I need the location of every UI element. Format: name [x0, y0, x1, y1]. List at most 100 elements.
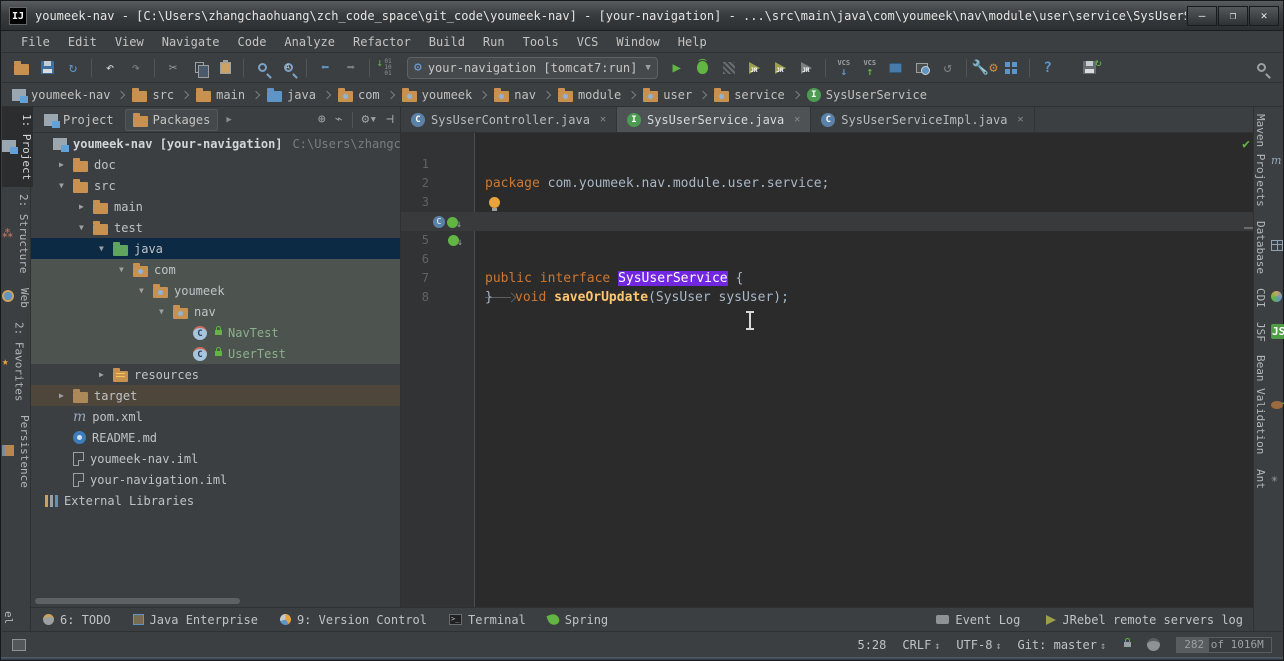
coverage-icon[interactable]	[716, 56, 742, 80]
breadcrumb-main[interactable]: main	[194, 87, 247, 102]
menu-navigate[interactable]: Navigate	[153, 33, 229, 51]
menu-view[interactable]: View	[106, 33, 153, 51]
synchronize-icon[interactable]: ↻	[60, 56, 86, 80]
inspections-ok-icon[interactable]: ✔	[1242, 137, 1250, 152]
paste-icon[interactable]	[212, 56, 238, 80]
hide-panel-icon[interactable]: ⊣	[386, 112, 394, 127]
tool-button-spring[interactable]: Spring	[546, 612, 608, 627]
title-bar[interactable]: IJ youmeek-nav - [C:\Users\zhangchaohuan…	[1, 1, 1283, 31]
tool-button-todo[interactable]: 6: TODO	[43, 613, 111, 627]
menu-run[interactable]: Run	[474, 33, 514, 51]
save-all-icon[interactable]	[34, 56, 60, 80]
expanded-arrow-icon[interactable]	[79, 223, 93, 232]
menu-help[interactable]: Help	[669, 33, 716, 51]
minimize-button[interactable]: —	[1187, 5, 1217, 26]
tab-sysusercontroller[interactable]: C SysUserController.java ✕	[401, 107, 617, 132]
tree-row-your-navigation-iml[interactable]: your-navigation.iml	[31, 469, 400, 490]
breadcrumb-user[interactable]: user	[641, 87, 694, 102]
gear-icon[interactable]: ⚙▾	[362, 112, 378, 127]
tool-button-structure[interactable]: 2: Structure ⁂	[2, 187, 30, 280]
implemented-marker-icon[interactable]	[447, 215, 462, 234]
menu-analyze[interactable]: Analyze	[275, 33, 344, 51]
menu-refactor[interactable]: Refactor	[344, 33, 420, 51]
tree-row-youmeek-iml[interactable]: youmeek-nav.iml	[31, 448, 400, 469]
redo-icon[interactable]: ↷	[123, 56, 149, 80]
tree-row-nav[interactable]: nav	[31, 301, 400, 322]
implemented-marker-icon[interactable]	[448, 233, 463, 252]
search-everywhere-icon[interactable]	[1248, 56, 1274, 80]
tool-button-project[interactable]: 1: Project	[2, 107, 33, 188]
tree-row-external-libraries[interactable]: External Libraries	[31, 490, 400, 511]
rollback-icon[interactable]: ↺	[935, 56, 961, 80]
cut-icon[interactable]: ✂	[160, 56, 186, 80]
help-icon[interactable]: ?	[1035, 56, 1061, 80]
breadcrumb-youmeek[interactable]: youmeek	[400, 87, 475, 102]
back-icon[interactable]: ⬅	[312, 56, 338, 80]
undo-icon[interactable]: ↶	[97, 56, 123, 80]
jrebel-run-icon[interactable]	[742, 56, 768, 80]
settings-icon[interactable]: 🔧⚙	[972, 56, 998, 80]
line-separator-select[interactable]: CRLF	[902, 638, 940, 652]
vcs-commit-icon[interactable]: VCS ↑	[857, 56, 883, 80]
jrebel-sync-icon[interactable]: ↻	[1077, 56, 1103, 80]
breadcrumb-project[interactable]: youmeek-nav	[10, 88, 112, 103]
tree-row-main[interactable]: main	[31, 196, 400, 217]
tool-button-persistence[interactable]: Persistence	[2, 408, 31, 495]
collapse-all-icon[interactable]: ⌁	[335, 112, 343, 127]
git-branch-select[interactable]: Git: master	[1017, 638, 1106, 652]
project-structure-icon[interactable]	[998, 56, 1024, 80]
tree-row-test[interactable]: test	[31, 217, 400, 238]
forward-icon[interactable]: ➡	[338, 56, 364, 80]
intention-bulb-icon[interactable]	[489, 197, 500, 211]
tab-sysuserserviceimpl[interactable]: C SysUserServiceImpl.java ✕	[811, 107, 1035, 132]
toggle-tool-buttons-icon[interactable]	[12, 638, 26, 651]
find-icon[interactable]	[249, 56, 275, 80]
breadcrumb-module[interactable]: module	[556, 87, 623, 102]
tool-button-event-log[interactable]: Event Log	[936, 613, 1020, 627]
menu-edit[interactable]: Edit	[59, 33, 106, 51]
encoding-select[interactable]: UTF-8	[956, 638, 1001, 652]
expanded-arrow-icon[interactable]	[139, 286, 153, 295]
implementations-icon[interactable]: C	[428, 214, 445, 228]
tree-row-readme[interactable]: README.md	[31, 427, 400, 448]
collapsed-arrow-icon[interactable]	[59, 391, 73, 400]
tool-button-jsf[interactable]: JSF JSF	[1254, 315, 1284, 349]
expanded-arrow-icon[interactable]	[99, 244, 113, 253]
tool-button-favorites[interactable]: 2: Favorites ★	[2, 315, 26, 408]
tool-button-jrebel-log[interactable]: JRebel remote servers log	[1046, 613, 1243, 627]
tool-button-jrebel-partial[interactable]: el	[2, 604, 15, 631]
line-numbers-icon[interactable]: 011001	[375, 56, 401, 80]
tool-button-bean-validation[interactable]: Bean Validation	[1254, 348, 1284, 461]
tree-row-resources[interactable]: resources	[31, 364, 400, 385]
tree-row-pom[interactable]: m pom.xml	[31, 406, 400, 427]
tool-button-java-enterprise[interactable]: Java Enterprise	[132, 613, 258, 627]
breadcrumb-service[interactable]: service	[712, 87, 787, 102]
code-editor[interactable]: 1 package com.youmeek.nav.module.user.se…	[401, 133, 1255, 607]
menu-window[interactable]: Window	[607, 33, 668, 51]
tree-row-root[interactable]: youmeek-nav [your-navigation] C:\Users\z…	[31, 133, 400, 154]
tool-button-version-control[interactable]: 9: Version Control	[279, 613, 427, 627]
tool-button-cdi[interactable]: CDI	[1254, 281, 1282, 315]
tree-row-target[interactable]: target	[31, 385, 400, 406]
close-icon[interactable]: ✕	[1017, 114, 1023, 125]
tree-row-src[interactable]: src	[31, 175, 400, 196]
maximize-button[interactable]: ❐	[1218, 5, 1248, 26]
breadcrumb-java[interactable]: java	[265, 87, 318, 102]
close-icon[interactable]: ✕	[600, 114, 606, 125]
jrebel-debug-icon[interactable]	[768, 56, 794, 80]
tree-row-com[interactable]: com	[31, 259, 400, 280]
run-configuration-select[interactable]: ⚙ your-navigation [tomcat7:run] ▼	[407, 56, 658, 79]
tab-sysuserservice[interactable]: I SysUserService.java ✕	[616, 107, 812, 132]
tab-project-view[interactable]: Project	[37, 110, 121, 130]
close-icon[interactable]: ✕	[794, 114, 800, 125]
tree-row-java[interactable]: java	[31, 238, 400, 259]
readonly-lock-icon[interactable]	[1124, 638, 1131, 647]
breadcrumb-com[interactable]: com	[336, 87, 382, 102]
vcs-update-icon[interactable]: VCS ↓	[831, 56, 857, 80]
tree-row-youmeek[interactable]: youmeek	[31, 280, 400, 301]
expanded-arrow-icon[interactable]	[119, 265, 133, 274]
tab-packages-view[interactable]: Packages	[124, 108, 219, 131]
tool-button-maven[interactable]: m Maven Projects	[1254, 107, 1281, 214]
menu-code[interactable]: Code	[229, 33, 276, 51]
breadcrumb-nav[interactable]: nav	[492, 87, 538, 102]
